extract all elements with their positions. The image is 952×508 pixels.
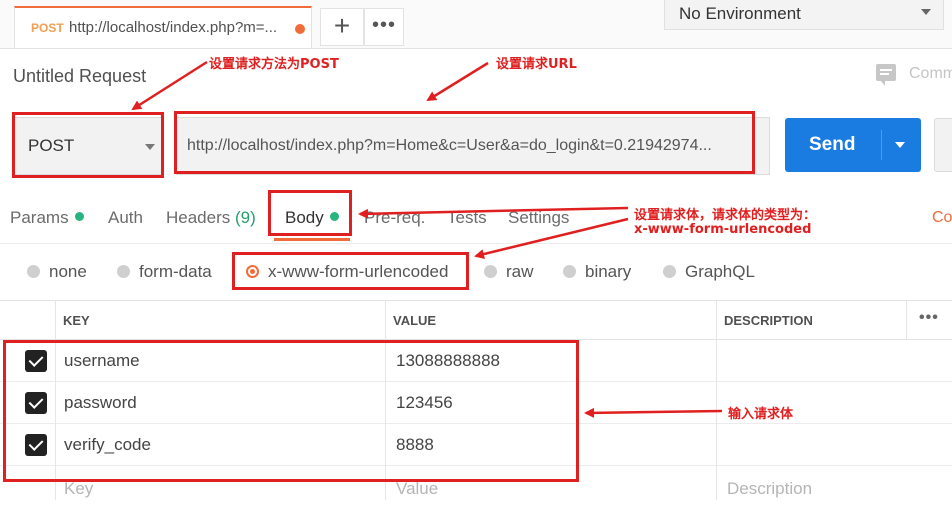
annotation-body-line2: x-www-form-urlencoded	[634, 222, 812, 237]
active-dot-icon	[74, 212, 84, 221]
radio-graphql[interactable]: GraphQL	[663, 262, 755, 282]
radio-raw[interactable]: raw	[484, 262, 533, 282]
annotation-box-method	[12, 112, 164, 178]
tab-url-label: http://localhost/index.php?m=...	[69, 19, 278, 36]
new-tab-button[interactable]: +	[320, 8, 364, 46]
tab-auth[interactable]: Auth	[108, 208, 143, 228]
radio-circle-icon	[563, 265, 576, 278]
radio-circle-icon	[117, 265, 130, 278]
active-tab-indicator	[274, 238, 350, 241]
request-tab[interactable]: POST http://localhost/index.php?m=...	[14, 6, 312, 48]
environment-select[interactable]: No Environment	[664, 0, 944, 30]
column-divider	[906, 300, 907, 340]
unsaved-dot-icon	[295, 24, 305, 34]
tabs-divider	[0, 243, 952, 244]
annotation-url: 设置请求URL	[496, 57, 577, 72]
radio-binary[interactable]: binary	[563, 262, 631, 282]
tab-params[interactable]: Params	[10, 208, 84, 228]
annotation-box-url	[174, 111, 755, 174]
value-placeholder[interactable]: Value	[396, 479, 438, 499]
annotation-box-urlencoded	[232, 252, 469, 290]
request-title[interactable]: Untitled Request	[13, 66, 146, 87]
chevron-down-icon	[921, 9, 931, 15]
key-placeholder[interactable]: Key	[64, 479, 93, 499]
save-button[interactable]	[934, 118, 952, 172]
radio-circle-icon	[484, 265, 497, 278]
send-label: Send	[809, 134, 856, 155]
radio-none[interactable]: none	[27, 262, 87, 282]
tab-headers[interactable]: Headers (9)	[166, 208, 256, 228]
radio-circle-icon	[27, 265, 40, 278]
annotation-input: 输入请求体	[728, 407, 794, 422]
column-divider	[716, 300, 717, 500]
tab-method-label: POST	[31, 21, 64, 35]
annotation-body-line1: 设置请求体，请求体的类型为：	[634, 208, 817, 223]
radio-none-label: none	[49, 262, 87, 281]
headers-count: (9)	[235, 208, 256, 227]
radio-form-data-label: form-data	[139, 262, 212, 281]
table-menu-button[interactable]: •••	[919, 309, 939, 327]
more-tabs-button[interactable]: •••	[364, 8, 404, 46]
annotation-box-rows	[3, 340, 579, 482]
annotation-method: 设置请求方法为POST	[209, 57, 339, 72]
send-options-chevron-icon[interactable]	[895, 142, 905, 148]
radio-raw-label: raw	[506, 262, 534, 281]
send-divider	[881, 130, 882, 160]
cookies-link[interactable]: Co	[932, 209, 952, 227]
radio-circle-icon	[663, 265, 676, 278]
comments-label: Comm	[909, 65, 952, 82]
send-button[interactable]: Send	[785, 118, 921, 172]
tab-params-label: Params	[10, 208, 69, 227]
radio-binary-label: binary	[585, 262, 632, 281]
radio-form-data[interactable]: form-data	[117, 262, 212, 282]
tab-headers-label: Headers	[166, 208, 231, 227]
tab-prerequest[interactable]: Pre-req.	[364, 208, 425, 228]
column-header-description: DESCRIPTION	[724, 313, 813, 328]
annotation-box-body-tab	[268, 190, 352, 236]
radio-graphql-label: GraphQL	[685, 262, 755, 281]
column-header-key: KEY	[63, 313, 90, 328]
column-header-value: VALUE	[393, 313, 437, 328]
description-placeholder[interactable]: Description	[727, 479, 812, 499]
environment-label: No Environment	[679, 4, 801, 23]
comments-button[interactable]: Comm	[876, 64, 952, 88]
tab-settings[interactable]: Settings	[508, 208, 569, 228]
comment-icon	[876, 64, 896, 86]
tab-tests[interactable]: Tests	[447, 208, 487, 228]
